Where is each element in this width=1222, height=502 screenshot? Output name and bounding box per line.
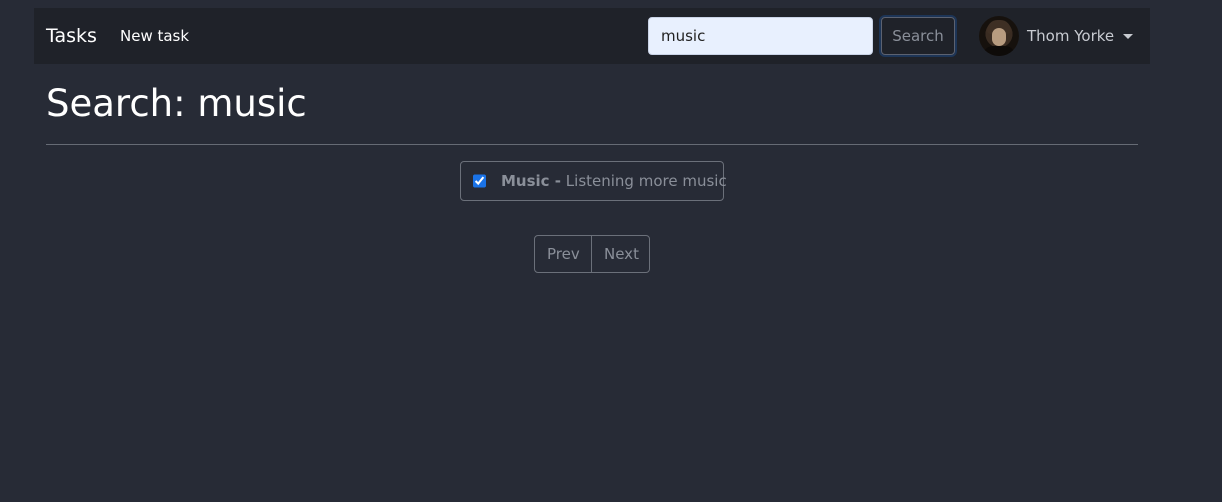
- task-list-item: Music - Listening more music: [460, 161, 727, 201]
- top-navbar: Tasks New task Search Thom Yorke: [34, 8, 1150, 64]
- caret-down-icon: [1123, 33, 1134, 39]
- user-menu-toggle[interactable]: Thom Yorke: [979, 16, 1134, 56]
- page-title: Search: music: [46, 82, 307, 125]
- search-button[interactable]: Search: [881, 17, 955, 55]
- brand-link[interactable]: Tasks: [46, 23, 97, 49]
- task-description: Listening more music: [565, 172, 727, 190]
- next-page-button[interactable]: Next: [592, 236, 649, 272]
- task-checkbox[interactable]: [473, 174, 486, 188]
- user-name: Thom Yorke: [1027, 27, 1115, 45]
- task-text: Music - Listening more music: [501, 172, 727, 190]
- pagination: Prev Next: [534, 235, 650, 273]
- title-divider: [46, 144, 1138, 145]
- avatar: [979, 16, 1019, 56]
- new-task-link[interactable]: New task: [120, 26, 189, 46]
- prev-page-button[interactable]: Prev: [535, 236, 592, 272]
- search-input[interactable]: [648, 17, 873, 55]
- task-title: Music -: [501, 172, 562, 190]
